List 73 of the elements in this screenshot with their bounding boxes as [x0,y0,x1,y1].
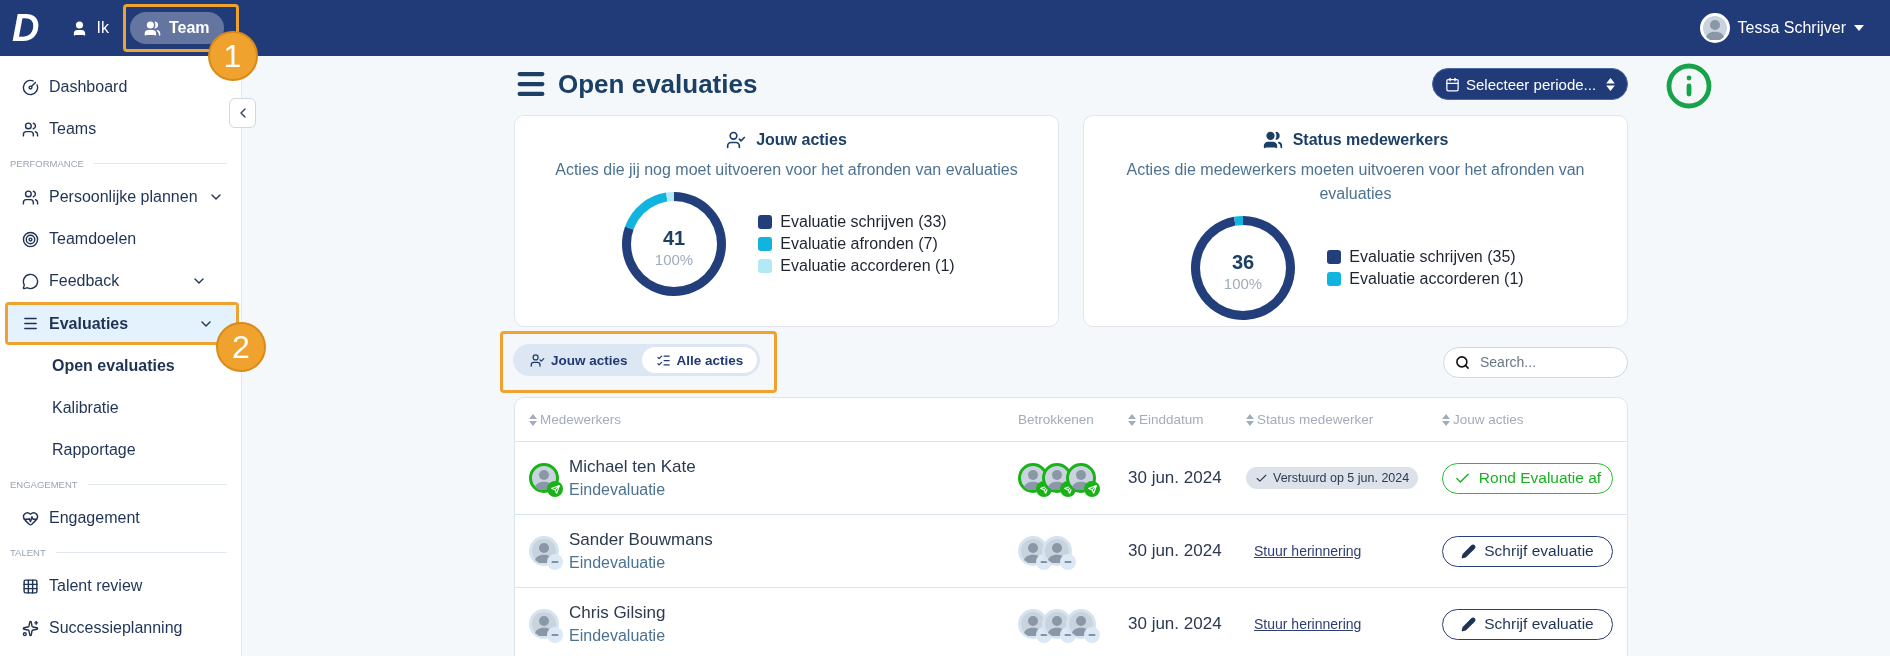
people-icon [143,19,161,37]
sidebar-item[interactable]: Feedback [0,260,229,302]
nav-tab[interactable]: Ik [57,12,123,44]
sidebar-subitem[interactable]: Kalibratie [52,387,119,429]
people-icon [22,188,39,206]
card-title-text: Jouw acties [756,131,847,149]
list-icon [22,315,39,332]
sparkles-icon [22,619,39,637]
sidebar-item[interactable]: Persoonlijke plannen [0,176,229,218]
nav-tab[interactable]: Team [129,12,224,44]
user-check-icon [530,352,545,368]
action-button[interactable]: Schrijf evaluatie [1442,535,1613,567]
donut-percent: 100% [1224,275,1263,292]
card-description: Acties die medewerkers moeten uitvoeren voor het afronden van evaluaties [1125,160,1586,204]
column-header: Betrokkenen [1018,412,1095,427]
chat-bubble-icon [22,272,39,290]
donut-total: 41 [663,227,686,249]
evaluation-type: Eindevaluatie [569,481,667,499]
sidebar-item[interactable]: Engagement [0,497,229,539]
people-icon [22,120,39,138]
collapse-button[interactable] [229,98,256,128]
heart-pulse-icon [22,509,39,527]
legend-label: Evaluatie afronden (7) [780,235,938,253]
callout-number: 2 [216,322,266,372]
grid-icon [22,577,39,595]
sidebar-item[interactable]: Successieplanning [0,607,229,649]
card-title-text: Status medewerkers [1292,131,1449,149]
sidebar-item[interactable]: Teamdoelen [0,218,229,260]
employee-name: Chris Gilsing [569,603,666,623]
legend-label: Evaluatie schrijven (35) [1349,248,1516,266]
info-icon[interactable] [1665,62,1713,110]
card-description: Acties die jij nog moet uitvoeren voor het afronden van evaluaties [555,160,1018,180]
toggle-tab[interactable]: Alle acties [641,347,758,373]
evaluation-type: Eindevaluatie [569,627,666,645]
section-heading: TALENT [10,546,46,558]
avatar [1699,13,1730,43]
legend-label: Evaluatie accorderen (1) [780,257,955,275]
end-date: 30 jun. 2024 [1128,541,1223,561]
people-icon [1262,130,1283,150]
pencil-icon [1461,616,1477,632]
status-text: Verstuurd op 5 jun. 2024 [1273,471,1410,485]
up-down-caret-icon [1606,77,1615,91]
calendar-icon [1445,76,1460,92]
reminder-link[interactable]: Stuur herinnering [1254,543,1362,559]
section-heading: PERFORMANCE [10,157,84,169]
search-field[interactable]: Search... [1443,346,1628,378]
legend-label: Evaluatie schrijven (33) [780,213,947,231]
employee-name: Michael ten Kate [569,457,696,477]
user-name[interactable]: Tessa Schrijver [1737,19,1846,37]
reminder-link[interactable]: Stuur herinnering [1254,616,1362,632]
target-icon [22,230,39,248]
sidebar-item[interactable]: Teams [0,108,229,150]
legend-label: Evaluatie accorderen (1) [1349,270,1524,288]
pencil-icon [1461,543,1477,559]
toggle-tab[interactable]: Jouw acties [516,347,642,373]
user-check-icon [726,130,747,150]
period-select[interactable]: Selecteer periode... [1432,68,1628,100]
page-title: Open evaluaties [558,68,758,100]
employee-name: Sander Bouwmans [569,530,713,550]
sidebar-subitem[interactable]: Open evaluaties [52,345,175,387]
end-date: 30 jun. 2024 [1128,614,1223,634]
evaluation-type: Eindevaluatie [569,554,667,572]
sidebar-item[interactable]: Talent review [0,565,229,607]
action-button[interactable]: Schrijf evaluatie [1442,608,1613,640]
caret-down-icon [1854,25,1864,31]
logo[interactable]: D [12,6,38,50]
donut-total: 36 [1232,251,1255,273]
gauge-icon [22,78,39,96]
end-date: 30 jun. 2024 [1128,468,1223,488]
sidebar-subitem[interactable]: Rapportage [52,429,136,471]
section-heading: ENGAGEMENT [10,478,78,490]
checklist-icon [655,352,671,368]
donut-percent: 100% [655,251,694,268]
